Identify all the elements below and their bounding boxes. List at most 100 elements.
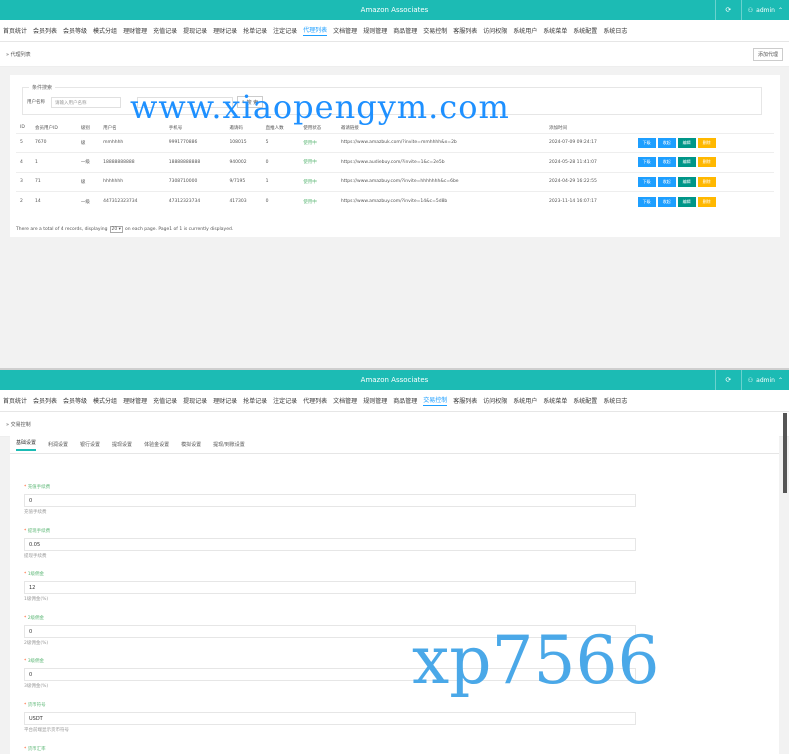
nav-item[interactable]: 会员列表: [33, 26, 57, 35]
row-action-button[interactable]: 收起: [657, 137, 676, 148]
row-action-button[interactable]: 编辑: [677, 137, 696, 148]
nav-item[interactable]: 提现记录: [183, 396, 207, 405]
nav-item[interactable]: 系统菜单: [543, 26, 567, 35]
row-action-button[interactable]: 下级: [637, 176, 656, 187]
nav-item[interactable]: 抢单记录: [243, 26, 267, 35]
nav-item[interactable]: 交易控制: [423, 395, 448, 406]
nav-item[interactable]: 理财记录: [213, 26, 237, 35]
nav-item[interactable]: 理财记录: [213, 396, 237, 405]
cell-level: 级: [76, 171, 100, 192]
tab-item[interactable]: 体验金设置: [144, 441, 169, 448]
row-action-button[interactable]: 编辑: [677, 157, 696, 168]
nav-item[interactable]: 充值记录: [153, 396, 177, 405]
nav-item[interactable]: 模式分组: [93, 26, 117, 35]
nav-item[interactable]: 文档管理: [333, 396, 357, 405]
breadcrumb-bar-2: » 交易控制: [0, 412, 789, 437]
nav-item[interactable]: 会员等级: [63, 396, 87, 405]
agent-table: ID 会员用户ID 级别 用户名 手机号 邀请码 直推人数 使用状态 邀请链接 添加时间 5 767…: [16, 123, 774, 211]
table-row[interactable]: 5 7670 级 mmhhhh 9991770886 108015 5 使用中 https://…: [16, 132, 774, 153]
field-label: * 货币符号: [24, 702, 636, 708]
row-action-button[interactable]: 删除: [697, 196, 716, 207]
table-row[interactable]: 4 1 一级 18888888888 18888888888 940002 0 使用中 http…: [16, 152, 774, 172]
search-input[interactable]: 请输入用户名称: [51, 97, 121, 108]
nav-item[interactable]: 系统配置: [573, 396, 597, 405]
column-header: 添加时间: [549, 125, 568, 131]
tab-item[interactable]: 利润设置: [48, 441, 68, 448]
nav-item[interactable]: 注定记录: [273, 396, 297, 405]
nav-item[interactable]: 客服列表: [453, 26, 477, 35]
nav-item[interactable]: 首页统计: [3, 26, 27, 35]
row-action-button[interactable]: 下级: [637, 196, 656, 207]
field-label-text: 2级佣金: [27, 616, 45, 621]
user-menu[interactable]: ⚇ admin ⌃: [740, 0, 789, 20]
app-title: Amazon Associates: [360, 6, 429, 14]
tab-item[interactable]: 提现/到账设置: [213, 441, 245, 448]
cell-level: 一级: [76, 152, 100, 172]
tab-item[interactable]: 提现设置: [112, 441, 132, 448]
row-action-button[interactable]: 下级: [637, 137, 656, 148]
pagination-text-before: There are a total of 4 records, displayi…: [16, 227, 108, 232]
field-input[interactable]: USDT: [24, 712, 636, 725]
user-menu-2[interactable]: ⚇ admin ⌃: [740, 370, 789, 390]
tab-item[interactable]: 银行设置: [80, 441, 100, 448]
nav-item[interactable]: 抢单记录: [243, 396, 267, 405]
field-label-text: 货币符号: [27, 703, 46, 708]
page-size-select[interactable]: 20 ▾: [109, 226, 123, 233]
page-size-value: 20: [111, 227, 118, 232]
nav-item[interactable]: 交易控制: [423, 26, 447, 35]
nav-item[interactable]: 理财管理: [123, 396, 147, 405]
nav-item[interactable]: 客服列表: [453, 396, 477, 405]
table-row[interactable]: 3 71 级 hhhhhhh 7308710000 9/7195 1 使用中 https://w…: [16, 171, 774, 192]
nav-item[interactable]: 理财管理: [123, 26, 147, 35]
row-action-button[interactable]: 收起: [657, 196, 676, 207]
nav-item[interactable]: 代理列表: [303, 25, 328, 36]
user-icon: ⚇: [747, 6, 754, 14]
add-agent-button[interactable]: 添加代理: [752, 47, 783, 61]
nav-item[interactable]: 文档管理: [333, 26, 357, 35]
nav-item[interactable]: 规则管理: [363, 26, 387, 35]
nav-item[interactable]: 访问权限: [483, 396, 507, 405]
refresh-icon[interactable]: ⟳: [714, 0, 741, 20]
field-input[interactable]: 0.05: [24, 538, 636, 551]
field-label: * 1级佣金: [24, 571, 636, 577]
nav-item[interactable]: 注定记录: [273, 26, 297, 35]
row-action-button[interactable]: 删除: [697, 176, 716, 187]
row-action-button[interactable]: 下级: [637, 157, 656, 168]
cell-link: https://www.amazbuy.com/?invite=hhhhhhh&…: [336, 171, 546, 192]
nav-item[interactable]: 充值记录: [153, 26, 177, 35]
nav-item[interactable]: 系统菜单: [543, 396, 567, 405]
row-action-button[interactable]: 收起: [657, 176, 676, 187]
row-action-button[interactable]: 删除: [697, 137, 716, 148]
nav-item[interactable]: 系统配置: [573, 26, 597, 35]
row-action-button[interactable]: 编辑: [677, 176, 696, 187]
row-action-button[interactable]: 收起: [657, 157, 676, 168]
nav-item[interactable]: 系统日志: [603, 396, 627, 405]
topbar-2: Amazon Associates ⟳ ⚇ admin ⌃: [0, 370, 789, 390]
tab-item[interactable]: 基础设置: [16, 439, 37, 451]
search-legend: 条件搜索: [29, 84, 56, 91]
cell-code: 940002: [225, 152, 262, 172]
nav-item[interactable]: 会员列表: [33, 396, 57, 405]
nav-item[interactable]: 系统日志: [603, 26, 627, 35]
topbar-right-2: ⟳ ⚇ admin ⌃: [714, 370, 789, 390]
field-input[interactable]: 0: [24, 494, 636, 507]
nav-item[interactable]: 规则管理: [363, 396, 387, 405]
nav-item[interactable]: 代理列表: [303, 396, 327, 405]
nav-item[interactable]: 提现记录: [183, 26, 207, 35]
refresh-icon-2[interactable]: ⟳: [714, 370, 741, 390]
nav-item[interactable]: 会员等级: [63, 26, 87, 35]
nav-item[interactable]: 商品管理: [393, 26, 417, 35]
nav-item[interactable]: 系统用户: [513, 26, 537, 35]
nav-item[interactable]: 模式分组: [93, 396, 117, 405]
row-action-button[interactable]: 删除: [697, 157, 716, 168]
table-row[interactable]: 2 14 一级 447312323734 47312323734 417303 0 使用中 ht…: [16, 191, 774, 211]
nav-item[interactable]: 系统用户: [513, 396, 537, 405]
field-input[interactable]: 12: [24, 581, 636, 594]
row-action-button[interactable]: 编辑: [677, 196, 696, 207]
nav-item[interactable]: 访问权限: [483, 26, 507, 35]
nav-item[interactable]: 商品管理: [393, 396, 417, 405]
scrollbar[interactable]: [783, 413, 787, 493]
tab-item[interactable]: 模拟设置: [181, 441, 201, 448]
field-label: * 充值手续费: [24, 484, 636, 490]
nav-item[interactable]: 首页统计: [3, 396, 27, 405]
